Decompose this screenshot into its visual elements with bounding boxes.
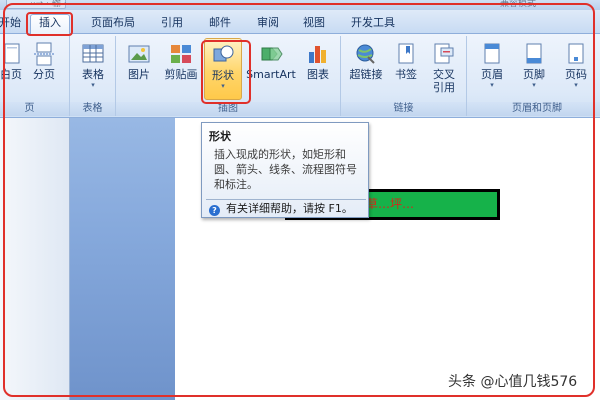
- group-illustrations: 图片 剪贴画 形状 ▾ SmartArt 图表 插图: [116, 36, 341, 116]
- tooltip-body: 插入现成的形状，如矩形和圆、箭头、线条、流程图符号和标注。: [214, 148, 357, 191]
- chart-label: 图表: [307, 68, 329, 81]
- cross-reference-icon: [434, 43, 454, 64]
- tab-mailings[interactable]: 邮件: [202, 15, 238, 33]
- group-links-label: 链接: [341, 102, 466, 116]
- smartart-label: SmartArt: [246, 68, 296, 81]
- ribbon: 白页 分页 页 表格 ▾ 表格 图片 剪贴画 形状 ▾ SmartArt 图表 …: [0, 34, 600, 118]
- tooltip-title: 形状: [209, 130, 231, 143]
- tab-page-layout[interactable]: 页面布局: [84, 15, 142, 33]
- smartart-icon: [261, 47, 283, 61]
- table-button[interactable]: 表格 ▾: [76, 38, 110, 100]
- shapes-label: 形状: [212, 69, 234, 82]
- blank-page-label: 白页: [0, 68, 22, 81]
- table-label: 表格: [82, 68, 104, 81]
- group-tables-label: 表格: [70, 102, 115, 116]
- left-navigation-panel: [0, 118, 70, 400]
- page-break-label: 分页: [33, 68, 55, 81]
- globe-icon: [356, 44, 375, 64]
- bookmark-label: 书签: [395, 68, 417, 81]
- clip-art-label: 剪贴画: [164, 68, 198, 81]
- page-number-label: 页码: [565, 68, 587, 81]
- footer-button[interactable]: 页脚 ▾: [515, 38, 553, 100]
- header-button[interactable]: 页眉 ▾: [473, 38, 511, 100]
- header-label: 页眉: [481, 68, 503, 81]
- chevron-down-icon: ▾: [91, 81, 95, 89]
- chevron-down-icon: ▾: [221, 82, 225, 90]
- page-break-icon: [34, 42, 54, 66]
- page-break-button[interactable]: 分页: [28, 38, 60, 100]
- chart-button[interactable]: 图表: [300, 38, 336, 100]
- group-pages: 白页 分页 页: [0, 36, 70, 116]
- title-text: 兼容模式: [500, 0, 537, 9]
- tab-references[interactable]: 引用: [154, 15, 190, 33]
- quick-access-text: ··→ · 输 ·: [30, 0, 67, 9]
- word-window: ··→ · 输 · 兼容模式 开始 插入 页面布局 引用 邮件 审阅 视图 开发…: [0, 0, 600, 400]
- chevron-down-icon: ▾: [574, 81, 578, 89]
- tab-insert[interactable]: 插入: [30, 14, 70, 34]
- group-header-footer: 页眉 ▾ 页脚 ▾ 页码 ▾ 页眉和页脚: [467, 36, 600, 116]
- chevron-down-icon: ▾: [532, 81, 536, 89]
- tab-view[interactable]: 视图: [296, 15, 332, 33]
- chart-icon: [309, 46, 326, 63]
- footer-label: 页脚: [523, 68, 545, 81]
- bookmark-button[interactable]: 书签: [389, 38, 423, 100]
- tooltip-divider: [206, 199, 366, 200]
- picture-label: 图片: [128, 68, 150, 81]
- help-icon: ?: [209, 205, 220, 216]
- page-number-icon: [568, 43, 584, 64]
- group-header-footer-label: 页眉和页脚: [467, 102, 600, 116]
- tab-developer[interactable]: 开发工具: [342, 15, 404, 33]
- clip-art-icon: [171, 45, 191, 63]
- footer-icon: [526, 43, 542, 64]
- tooltip-help-row: ? 有关详细帮助，请按 F1。: [209, 202, 353, 216]
- chevron-down-icon: ▾: [490, 81, 494, 89]
- group-illustrations-label: 插图: [116, 102, 340, 116]
- shapes-button[interactable]: 形状 ▾: [204, 38, 242, 100]
- cross-reference-button[interactable]: 交叉 引用: [425, 38, 463, 100]
- blank-page-icon: [4, 43, 20, 64]
- picture-icon: [128, 45, 150, 63]
- table-icon: [82, 44, 104, 63]
- tab-review[interactable]: 审阅: [250, 15, 286, 33]
- cross-reference-label-1: 交叉: [433, 68, 455, 81]
- tab-home[interactable]: 开始: [0, 15, 26, 33]
- group-pages-label: 页: [0, 102, 69, 116]
- group-tables: 表格 ▾ 表格: [70, 36, 116, 116]
- clip-art-button[interactable]: 剪贴画: [160, 38, 202, 100]
- title-bar: ··→ · 输 · 兼容模式: [0, 0, 600, 10]
- page-number-button[interactable]: 页码 ▾: [557, 38, 595, 100]
- hyperlink-button[interactable]: 超链接: [345, 38, 387, 100]
- hyperlink-label: 超链接: [349, 68, 383, 81]
- bookmark-icon: [398, 43, 414, 64]
- shapes-tooltip: 形状 插入现成的形状，如矩形和圆、箭头、线条、流程图符号和标注。 ? 有关详细帮助…: [201, 122, 369, 218]
- watermark: 头条 @心值几钱576: [448, 374, 578, 390]
- header-icon: [484, 43, 500, 64]
- blank-page-button[interactable]: 白页: [0, 38, 26, 100]
- cross-reference-label-2: 引用: [433, 81, 455, 94]
- picture-button[interactable]: 图片: [122, 38, 156, 100]
- group-links: 超链接 书签 交叉 引用 链接: [341, 36, 467, 116]
- ribbon-tab-strip: 开始 插入 页面布局 引用 邮件 审阅 视图 开发工具: [0, 10, 600, 34]
- tooltip-help-text: 有关详细帮助，请按 F1。: [226, 202, 353, 215]
- smartart-button[interactable]: SmartArt: [244, 38, 298, 100]
- shapes-icon: [213, 45, 234, 62]
